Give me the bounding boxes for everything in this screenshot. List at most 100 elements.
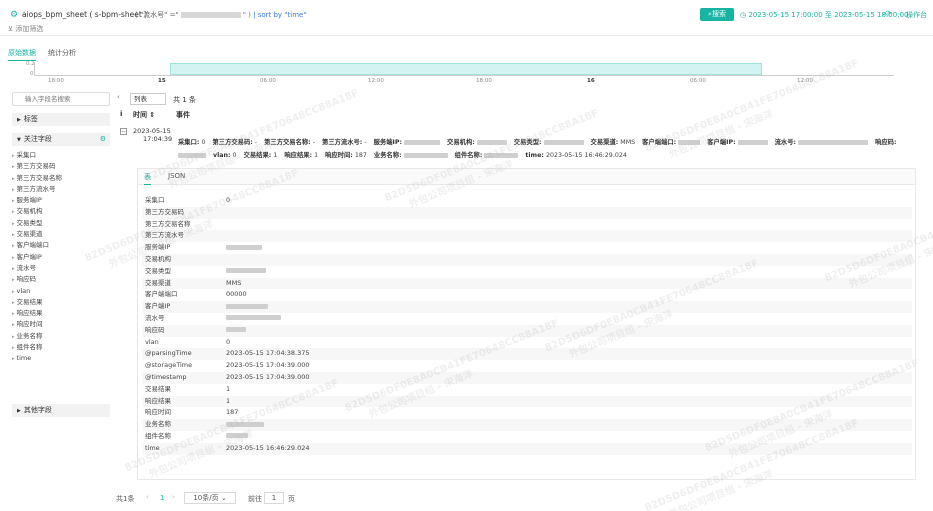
detail-value: 187 (226, 408, 239, 417)
histogram-x-axis (34, 75, 894, 76)
fields-section-header[interactable]: ▼ 关注字段 ⚙ (12, 133, 110, 146)
field-search-input[interactable] (12, 92, 110, 106)
sidebar-field-item[interactable]: ▸ 交易结果 (12, 297, 110, 308)
summary-value: 0 (232, 152, 237, 159)
sidebar-field-item[interactable]: ▸ 业务名称 (12, 331, 110, 342)
summary-key: 第三方交易码: (212, 139, 253, 146)
sidebar-field-item[interactable]: ▸ 交易机构 (12, 206, 110, 217)
summary-value: - (254, 139, 258, 146)
other-fields-section-header[interactable]: ▶ 其他字段 (12, 404, 110, 417)
summary-key: vlan: (213, 152, 231, 159)
sidebar-field-label: 客户端端口 (16, 241, 50, 250)
sidebar-field-item[interactable]: ▸ 交易渠道 (12, 229, 110, 240)
detail-key: 采集口 (145, 196, 165, 204)
search-label: 搜索 (711, 10, 726, 18)
tab-statistics[interactable]: 统计分析 (48, 48, 76, 58)
summary-key: 第三方流水号: (322, 139, 363, 146)
detail-row: 响应码 (142, 324, 912, 337)
tab-table[interactable]: 表 (144, 172, 151, 185)
summary-key: 客户端端口: (642, 139, 677, 146)
query-input[interactable]: ( "流水号" =" " ) | sort by "time" (135, 10, 307, 20)
index-name[interactable]: aiops_bpm_sheet ( s-bpm-sheet ) (22, 10, 147, 19)
prev-page-icon[interactable]: ‹ (146, 493, 149, 501)
detail-key: 交易机构 (145, 254, 171, 263)
tags-label: 标签 (23, 115, 38, 123)
goto-page-input[interactable]: 1 (264, 492, 284, 504)
summary-value: 1 (314, 152, 319, 159)
sidebar-field-label: 交易渠道 (16, 230, 43, 239)
sidebar-field-item[interactable]: ▸ 采集口 (12, 150, 110, 161)
caret-right-icon: ▸ (12, 220, 15, 227)
sidebar-field-label: 组件名称 (16, 343, 43, 352)
detail-row: 交易类型 (142, 266, 912, 278)
detail-row: 交易渠道 MMS (142, 277, 912, 290)
detail-row: 客户端端口 00000 (142, 289, 912, 301)
sidebar-field-item[interactable]: ▸ 响应结果 (12, 308, 110, 319)
sidebar-field-item[interactable]: ▸ 第三方流水号 (12, 184, 110, 195)
histogram-tick: 15 (158, 78, 166, 84)
column-header-time[interactable]: 时间 ⇕ (133, 110, 155, 124)
tab-json[interactable]: JSON (168, 172, 185, 180)
sidebar-field-label: 服务端IP (16, 196, 42, 205)
pager-current-page[interactable]: 1 (160, 494, 164, 502)
sidebar-field-label: 第三方交易名称 (16, 173, 63, 182)
redacted-value (226, 266, 271, 278)
detail-key: @parsingTime (145, 349, 192, 358)
sidebar-field-item[interactable]: ▸ 响应码 (12, 274, 110, 285)
settings-gear-icon[interactable]: ⚙ (10, 10, 18, 20)
redacted-value (737, 139, 768, 145)
collapse-sidebar-icon[interactable]: ‹ (117, 93, 120, 101)
sidebar-field-item[interactable]: ▸ 流水号 (12, 263, 110, 274)
caret-right-icon: ▸ (12, 333, 15, 340)
summary-key: 第三方交易名称: (264, 139, 311, 146)
query-suffix: " ) | sort by "time" (242, 11, 307, 19)
detail-row: 交易结果 1 (142, 384, 912, 396)
detail-row: 客户端IP (142, 301, 912, 313)
sidebar-field-item[interactable]: ▸ 服务端IP (12, 195, 110, 206)
page-size-select[interactable]: 10条/页 ⌄ (184, 492, 236, 504)
detail-key: 业务名称 (145, 420, 171, 429)
search-button[interactable]: ⌕搜索 (700, 8, 734, 21)
sidebar-field-item[interactable]: ▸ 第三方交易码 (12, 161, 110, 172)
time-range-picker[interactable]: ◷ 2023-05-15 17:00:00 至 2023-05-15 18:00… (740, 10, 908, 20)
detail-key: 服务端IP (145, 243, 171, 252)
redacted-value (226, 242, 267, 254)
field-settings-icon[interactable]: ⚙ (100, 133, 106, 146)
sidebar-field-item[interactable]: ▸ vlan (12, 286, 110, 297)
detail-value: 0 (226, 196, 231, 204)
caret-right-icon: ▸ (12, 265, 15, 272)
sidebar-field-label: 客户端IP (16, 252, 42, 261)
redacted-value (180, 12, 241, 18)
sidebar-field-item[interactable]: ▸ 响应时间 (12, 319, 110, 330)
caret-right-icon: ▸ (12, 277, 15, 284)
detail-key: 第三方交易码 (145, 207, 184, 216)
caret-right-icon: ▸ (12, 175, 15, 182)
detail-row: @storageTime 2023-05-15 17:04:39.000 (142, 360, 912, 372)
sidebar-field-item[interactable]: ▸ 客户端端口 (12, 240, 110, 251)
sidebar-field-item[interactable]: ▸ 交易类型 (12, 218, 110, 229)
histogram-bar[interactable] (170, 63, 762, 75)
result-count: 共 1 条 (173, 96, 196, 104)
page-size-value: 10条/页 (193, 494, 219, 502)
tags-section-header[interactable]: ▶ 标签 (12, 113, 110, 126)
view-mode-select[interactable]: 列表 (130, 93, 166, 105)
sidebar-field-label: 交易机构 (16, 207, 43, 216)
summary-value: 187 (354, 152, 367, 159)
refresh-icon[interactable]: ⟳ (885, 9, 892, 18)
sidebar-field-item[interactable]: ▸ 组件名称 (12, 342, 110, 353)
summary-key: 响应码: (875, 139, 897, 146)
redacted-block (226, 421, 264, 427)
sidebar-field-item[interactable]: ▸ 第三方交易名称 (12, 173, 110, 184)
redacted-block (226, 433, 248, 439)
add-filter-button[interactable]: ⊻ 添加筛选 (8, 24, 43, 34)
ops-console-button[interactable]: 操作台 (906, 10, 927, 20)
detail-row: 第三方交易码 (142, 206, 912, 219)
sidebar-field-item[interactable]: ▸ time (12, 353, 110, 364)
detail-key: 第三方交易名称 (145, 219, 191, 228)
row-collapse-toggle[interactable]: − (120, 128, 127, 135)
next-page-icon[interactable]: › (172, 493, 175, 501)
detail-key: 交易类型 (145, 266, 171, 275)
sidebar-field-item[interactable]: ▸ 客户端IP (12, 252, 110, 263)
histogram-tick: 12:00 (797, 78, 813, 84)
caret-right-icon: ▸ (12, 356, 15, 363)
